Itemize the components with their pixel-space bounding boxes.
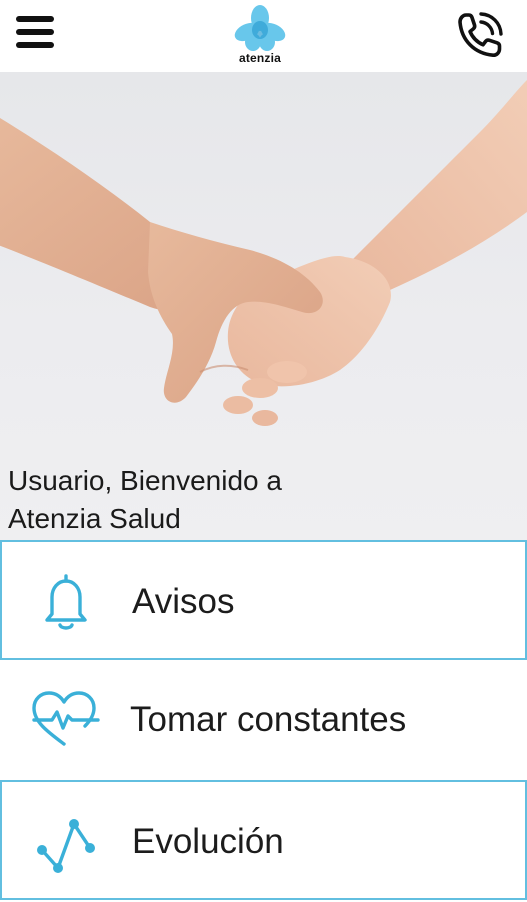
- menu-item-avisos[interactable]: Avisos: [0, 540, 527, 660]
- phone-call-icon: [458, 12, 503, 58]
- hamburger-menu-button[interactable]: [14, 14, 58, 50]
- menu-item-label: Tomar constantes: [130, 700, 407, 739]
- menu-item-label: Evolución: [132, 822, 284, 861]
- menu-bar-line: [16, 29, 54, 35]
- welcome-line-1: Usuario, Bienvenido a: [8, 465, 282, 496]
- heart-pulse-icon: [28, 688, 100, 752]
- menu-item-tomar-constantes[interactable]: Tomar constantes: [0, 660, 527, 780]
- evolution-chart-icon: [30, 810, 102, 874]
- logo-text: atenzia: [238, 51, 282, 65]
- phone-call-button[interactable]: [450, 8, 506, 64]
- menu-item-label: Avisos: [132, 582, 235, 621]
- atenzia-logo: atenzia: [225, 4, 295, 66]
- bell-icon: [30, 570, 102, 634]
- menu-item-evolucion[interactable]: Evolución: [0, 780, 527, 900]
- app-header: atenzia: [0, 0, 527, 72]
- menu-bar-line: [16, 42, 54, 48]
- menu-bar-line: [16, 16, 54, 22]
- welcome-message: Usuario, Bienvenido a Atenzia Salud: [8, 462, 428, 538]
- atenzia-logo-icon: [234, 5, 286, 51]
- welcome-line-2: Atenzia Salud: [8, 503, 181, 534]
